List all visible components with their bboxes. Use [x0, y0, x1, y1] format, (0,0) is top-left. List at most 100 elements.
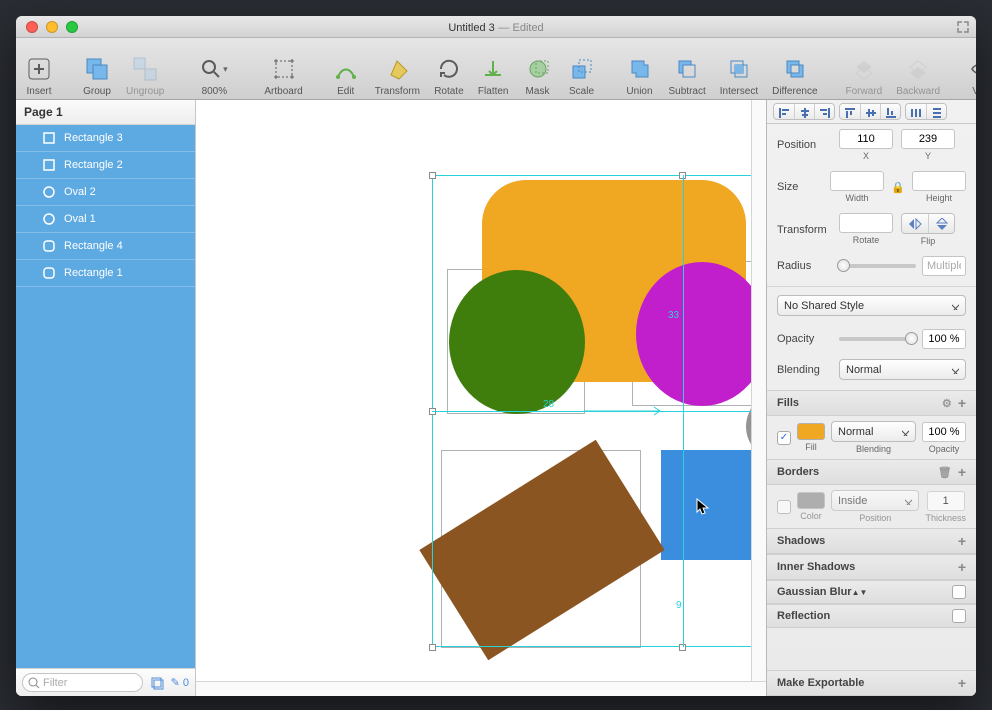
rotate-input[interactable] — [839, 213, 893, 233]
scale-button[interactable]: Scale — [567, 54, 597, 97]
shared-style-select[interactable]: No Shared Style — [777, 295, 966, 316]
layers-list: Rectangle 3 Rectangle 2 Oval 2 Oval 1 Re… — [16, 125, 195, 668]
fill-swatch[interactable] — [797, 423, 825, 440]
trash-icon[interactable]: 🗑 — [938, 466, 952, 479]
ungroup-icon — [132, 56, 158, 82]
add-fill-button[interactable]: + — [958, 395, 966, 411]
align-bottom-button[interactable] — [880, 104, 900, 120]
pages-icon[interactable] — [149, 675, 165, 691]
horizontal-scrollbar[interactable] — [196, 681, 766, 696]
add-export-button[interactable]: + — [958, 675, 966, 691]
rotate-button[interactable]: Rotate — [434, 54, 464, 97]
handle-nw[interactable] — [429, 172, 436, 179]
minimize-button[interactable] — [46, 21, 58, 33]
group-button[interactable]: Group — [82, 54, 112, 97]
align-hcenter-button[interactable] — [794, 104, 814, 120]
reflection-header[interactable]: Reflection — [767, 604, 976, 628]
radius-input[interactable] — [922, 256, 966, 276]
reflection-checkbox[interactable] — [952, 609, 966, 623]
position-y-input[interactable] — [901, 129, 955, 149]
align-vcenter-button[interactable] — [860, 104, 880, 120]
flip-v-button[interactable] — [928, 214, 954, 233]
lock-icon[interactable]: 🔒 — [892, 181, 904, 194]
blur-checkbox[interactable] — [952, 585, 966, 599]
union-button[interactable]: Union — [625, 54, 655, 97]
rounded-icon — [42, 239, 56, 253]
align-top-button[interactable] — [840, 104, 860, 120]
fill-blend-select[interactable]: Normal — [831, 421, 916, 442]
radius-slider[interactable] — [839, 264, 916, 268]
layer-item[interactable]: Rectangle 2 — [16, 152, 195, 179]
forward-button[interactable]: Forward — [846, 54, 883, 97]
artboard-button[interactable]: Artboard — [264, 54, 302, 97]
align-left-button[interactable] — [774, 104, 794, 120]
zoom-button[interactable] — [66, 21, 78, 33]
flip-h-icon — [908, 218, 922, 230]
slice-count[interactable]: ✎ 0 — [171, 676, 189, 689]
title-status: — Edited — [498, 22, 543, 34]
artboard-icon — [272, 57, 296, 81]
border-swatch[interactable] — [797, 492, 825, 509]
border-checkbox[interactable] — [777, 500, 791, 514]
backward-button[interactable]: Backward — [896, 54, 940, 97]
rounded-icon — [42, 266, 56, 280]
forward-icon — [852, 57, 876, 81]
width-input[interactable] — [830, 171, 884, 191]
square-outline-icon — [42, 131, 56, 145]
fill-row: ✓ Fill NormalBlending Opacity — [767, 416, 976, 459]
layer-item[interactable]: Rectangle 4 — [16, 233, 195, 260]
circle-icon — [42, 185, 56, 199]
height-input[interactable] — [912, 171, 966, 191]
layer-item[interactable]: Rectangle 1 — [16, 260, 195, 287]
eye-icon — [970, 59, 976, 79]
align-right-button[interactable] — [814, 104, 834, 120]
layer-item[interactable]: Oval 2 — [16, 179, 195, 206]
position-x-input[interactable] — [839, 129, 893, 149]
add-shadow-button[interactable]: + — [958, 533, 966, 549]
close-button[interactable] — [26, 21, 38, 33]
fill-checkbox[interactable]: ✓ — [777, 431, 791, 445]
transform-button[interactable]: Transform — [375, 54, 420, 97]
flip-h-button[interactable] — [902, 214, 928, 233]
handle-sw[interactable] — [429, 644, 436, 651]
align-hcenter-icon — [799, 107, 811, 119]
intersect-button[interactable]: Intersect — [720, 54, 758, 97]
alignment-bar — [767, 100, 976, 124]
blur-header[interactable]: Gaussian Blur ▲▼ — [767, 580, 976, 604]
transform-icon — [385, 57, 409, 81]
add-border-button[interactable]: + — [958, 464, 966, 480]
zoom-control[interactable]: ▾ 800% — [192, 54, 236, 97]
flatten-button[interactable]: Flatten — [478, 54, 509, 97]
page-header[interactable]: Page 1 — [16, 100, 195, 125]
inner-shadows-header[interactable]: Inner Shadows+ — [767, 554, 976, 580]
filter-input[interactable]: Filter — [22, 673, 143, 692]
distribute-v-button[interactable] — [926, 104, 946, 120]
fill-opacity-input[interactable] — [922, 422, 966, 442]
guide-label-d: 9 — [676, 600, 682, 611]
opacity-slider[interactable] — [839, 337, 916, 341]
border-position-select[interactable]: Inside — [831, 490, 919, 511]
traffic-lights — [16, 21, 78, 33]
difference-icon — [783, 57, 807, 81]
layer-item[interactable]: Rectangle 3 — [16, 125, 195, 152]
exportable-header[interactable]: Make Exportable+ — [767, 670, 976, 696]
opacity-input[interactable] — [922, 329, 966, 349]
difference-button[interactable]: Difference — [772, 54, 817, 97]
add-inner-shadow-button[interactable]: + — [958, 559, 966, 575]
fullscreen-icon[interactable] — [956, 20, 970, 34]
view-button[interactable]: View — [968, 54, 976, 97]
edit-button[interactable]: Edit — [331, 54, 361, 97]
gear-icon[interactable]: ⚙ — [942, 397, 952, 410]
subtract-button[interactable]: Subtract — [669, 54, 706, 97]
mask-button[interactable]: Mask — [523, 54, 553, 97]
distribute-h-button[interactable] — [906, 104, 926, 120]
border-thickness-input[interactable] — [927, 491, 965, 511]
layer-item[interactable]: Oval 1 — [16, 206, 195, 233]
ungroup-button[interactable]: Ungroup — [126, 54, 164, 97]
insert-button[interactable]: Insert — [24, 54, 54, 97]
canvas[interactable]: 33 28 13 9 — [196, 100, 766, 696]
titlebar: Untitled 3 — Edited — [16, 16, 976, 38]
blending-select[interactable]: Normal — [839, 359, 966, 380]
shadows-header[interactable]: Shadows+ — [767, 528, 976, 554]
vertical-scrollbar[interactable] — [751, 100, 766, 681]
